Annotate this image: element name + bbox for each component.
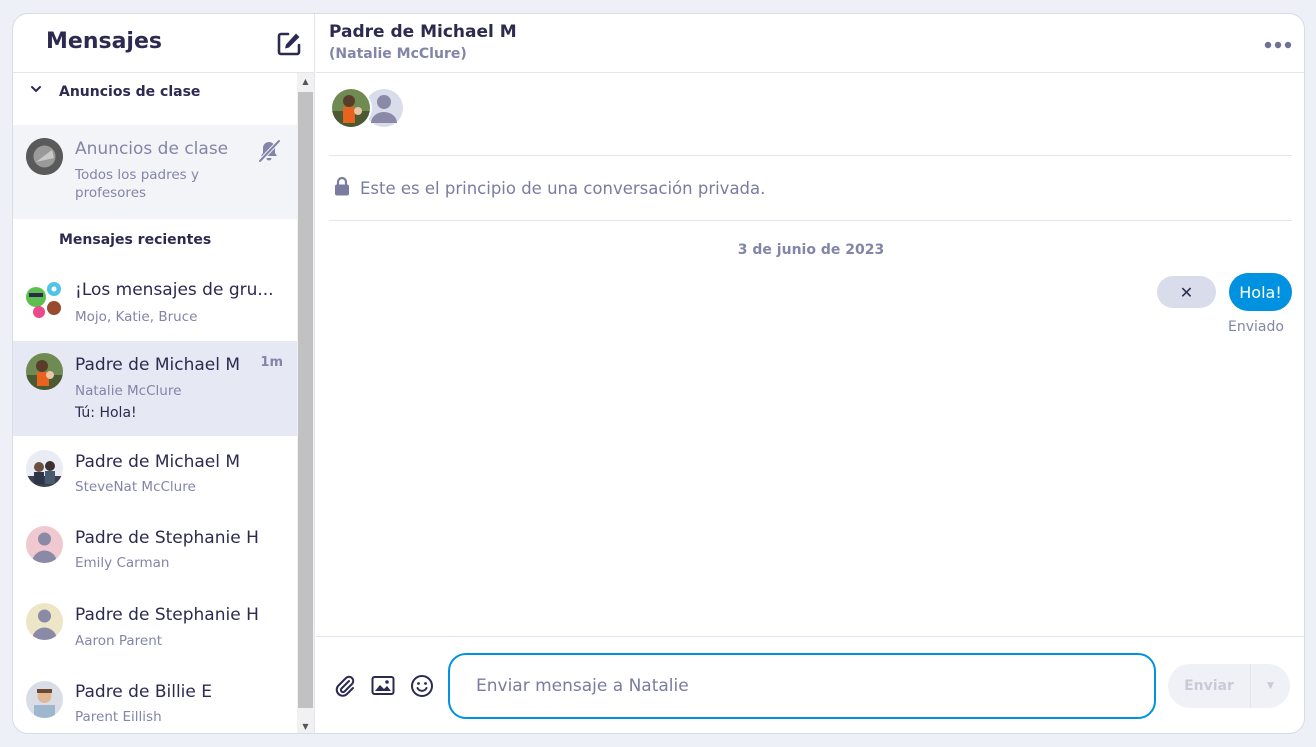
message-status: Enviado <box>1228 319 1284 335</box>
compose-icon[interactable] <box>275 30 303 58</box>
emoji-icon[interactable] <box>409 673 435 699</box>
conversation-item[interactable]: Padre de Stephanie H Emily Carman <box>13 513 297 590</box>
conversation-subtitle: Mojo, Katie, Bruce <box>75 309 198 325</box>
group-avatar <box>26 281 63 318</box>
chat-panel: Padre de Michael M (Natalie McClure) Est… <box>316 14 1304 733</box>
avatar <box>26 603 63 640</box>
conversation-list[interactable]: Anuncios de clase Anuncios de clase Todo… <box>13 73 297 733</box>
avatar <box>26 681 63 718</box>
avatar <box>26 526 63 563</box>
bell-off-icon[interactable] <box>256 138 282 168</box>
scrollbar-thumb[interactable] <box>298 92 313 708</box>
avatar <box>26 138 63 175</box>
cancel-message-button[interactable]: ✕ <box>1157 276 1216 308</box>
conversation-item-active[interactable]: Padre de Michael M 1m Natalie McClure Tú… <box>13 341 297 436</box>
image-icon[interactable] <box>370 673 396 699</box>
conversation-subtitle: SteveNat McClure <box>75 479 196 495</box>
conversation-subtitle: Emily Carman <box>75 555 170 571</box>
chevron-down-icon <box>30 83 42 99</box>
private-notice: Este es el principio de una conversación… <box>334 176 765 200</box>
conversation-item[interactable]: Padre de Michael M SteveNat McClure <box>13 436 297 513</box>
conversation-time: 1m <box>260 355 283 370</box>
section-recent-label: Mensajes recientes <box>59 232 212 248</box>
more-icon[interactable] <box>1264 30 1292 55</box>
conversation-title: Padre de Michael M <box>75 452 241 472</box>
paperclip-icon[interactable] <box>332 673 358 699</box>
conversation-title: Padre de Michael M <box>75 355 241 375</box>
conversation-preview: Tú: Hola! <box>75 405 137 421</box>
send-button-label: Enviar <box>1184 678 1234 694</box>
sidebar-title: Mensajes <box>46 29 162 54</box>
announcement-item[interactable]: Anuncios de clase Todos los padres y pro… <box>13 125 297 219</box>
private-notice-text: Este es el principio de una conversación… <box>360 178 766 198</box>
avatar <box>26 450 63 487</box>
send-button[interactable]: Enviar ▼ <box>1168 664 1290 708</box>
conversation-subtitle: Natalie McClure <box>75 383 182 399</box>
chat-subtitle: (Natalie McClure) <box>329 46 467 62</box>
messages-window: Mensajes Anuncios de clase Anuncios de c… <box>12 13 1305 734</box>
scroll-down-arrow-icon[interactable]: ▼ <box>297 718 314 733</box>
sidebar: Mensajes Anuncios de clase Anuncios de c… <box>13 14 315 733</box>
announcement-subtitle: Todos los padres y profesores <box>75 167 199 201</box>
avatar <box>26 353 63 390</box>
conversation-title: ¡Los mensajes de gru... <box>75 280 274 300</box>
chat-header: Padre de Michael M (Natalie McClure) <box>316 14 1304 73</box>
conversation-subtitle: Parent Eillish <box>75 709 162 725</box>
conversation-item[interactable]: Padre de Billie E Parent Eillish <box>13 667 297 733</box>
conversation-subtitle: Aaron Parent <box>75 633 163 649</box>
message-input[interactable] <box>448 653 1156 719</box>
section-announcements-label: Anuncios de clase <box>59 84 201 100</box>
participant-avatars[interactable] <box>329 85 409 131</box>
conversation-item[interactable]: ¡Los mensajes de gru... Mojo, Katie, Bru… <box>13 263 297 341</box>
announcement-title: Anuncios de clase <box>75 139 229 159</box>
conversation-title: Padre de Stephanie H <box>75 528 259 548</box>
conversation-item[interactable]: Padre de Stephanie H Aaron Parent <box>13 590 297 667</box>
section-announcements[interactable]: Anuncios de clase <box>13 73 297 113</box>
lock-icon <box>334 176 350 200</box>
caret-down-icon[interactable]: ▼ <box>1251 681 1290 691</box>
scroll-up-arrow-icon[interactable]: ▲ <box>297 73 314 90</box>
message-bubble[interactable]: Hola! <box>1229 273 1292 311</box>
divider <box>329 155 1292 156</box>
date-separator: 3 de junio de 2023 <box>737 242 885 258</box>
chat-title: Padre de Michael M <box>329 22 517 42</box>
sidebar-header: Mensajes <box>13 14 315 73</box>
conversation-title: Padre de Billie E <box>75 682 212 702</box>
conversation-title: Padre de Stephanie H <box>75 605 259 625</box>
divider <box>329 220 1292 221</box>
sidebar-scrollbar[interactable]: ▲ ▼ <box>297 73 314 733</box>
composer: Enviar ▼ <box>316 636 1304 733</box>
section-recent: Mensajes recientes <box>13 221 297 261</box>
